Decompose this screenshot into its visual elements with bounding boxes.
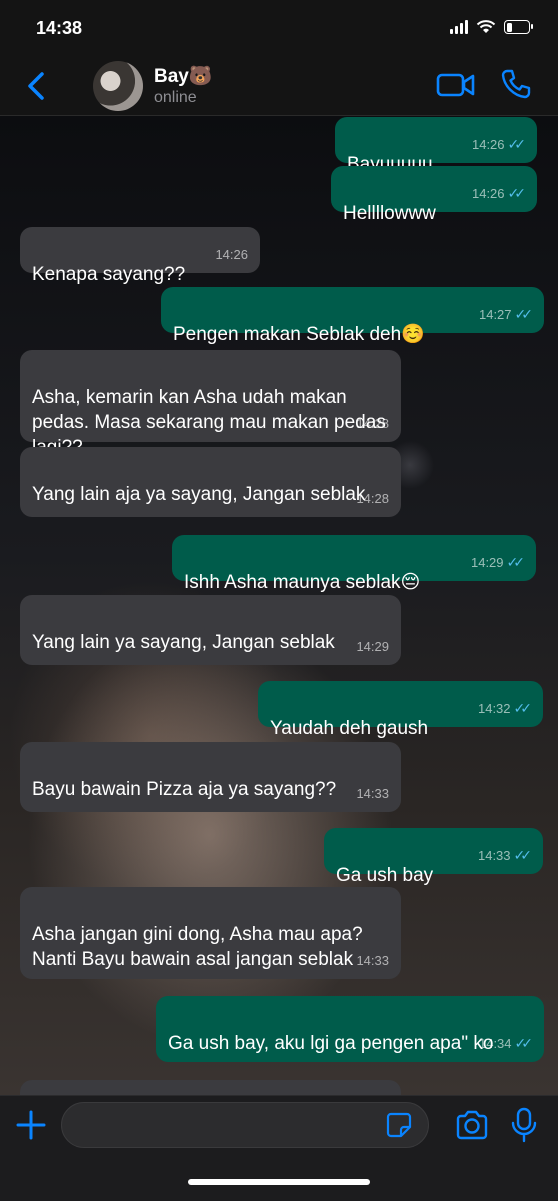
message-text: Asha jangan gini dong, Asha mau apa? Nan… [32,924,363,970]
message-text: Yang lain ya sayang, Jangan seblak [32,632,335,653]
read-ticks-icon: ✓✓ [514,306,534,322]
message-bubble-incoming-partial[interactable] [20,1080,401,1095]
chat-header: Bay🐻 online [0,58,558,116]
message-meta: 14:33 [356,781,389,806]
message-meta: 14:26 ✓✓ [471,181,527,206]
status-bar: 14:38 [0,0,558,58]
status-time: 14:38 [36,18,83,38]
message-bubble-outgoing[interactable]: Ga ush bay 14:33 ✓✓ [324,828,543,886]
read-ticks-icon: ✓✓ [514,1035,534,1051]
message-bubble-incoming[interactable]: Bayu bawain Pizza aja ya sayang?? 14:33 [20,742,401,812]
battery-icon [504,20,533,34]
message-bubble-outgoing[interactable]: Yaudah deh gaush 14:32 ✓✓ [258,681,543,739]
read-ticks-icon: ✓✓ [513,700,533,716]
message-time: 14:33 [356,786,389,801]
message-time: 14:34 [478,1036,512,1051]
message-bubble-incoming[interactable]: Yang lain ya sayang, Jangan seblak 14:29 [20,595,401,665]
message-bubble-outgoing[interactable]: Pengen makan Seblak deh☺️ 14:27 ✓✓ [161,287,544,345]
message-bubble-outgoing[interactable]: Bayuuuuu 14:26 ✓✓ [335,117,537,175]
message-meta: 14:28 [356,411,389,436]
message-meta: 14:26 ✓✓ [471,132,527,157]
message-meta: 14:29 [356,634,389,659]
message-time: 14:33 [356,953,389,968]
read-ticks-icon: ✓✓ [513,847,533,863]
message-meta: 14:32 ✓✓ [477,696,533,721]
message-bubble-incoming[interactable]: Asha jangan gini dong, Asha mau apa? Nan… [20,887,401,979]
message-text: Bayu bawain Pizza aja ya sayang?? [32,779,337,800]
message-meta: 14:29 ✓✓ [470,550,526,575]
message-time: 14:26 [471,186,505,201]
message-meta: 14:27 ✓✓ [478,302,534,327]
message-bubble-incoming[interactable]: Kenapa sayang?? 14:26 [20,227,260,285]
microphone-icon[interactable] [510,1107,538,1143]
message-bubble-outgoing[interactable]: Ishh Asha maunya seblak😔 14:29 ✓✓ [172,535,536,593]
home-indicator [188,1179,370,1185]
message-text: Pengen makan Seblak deh☺️ [173,324,425,345]
status-icons [450,20,533,34]
battery-level [506,22,512,32]
message-time: 14:26 [215,247,248,262]
message-bubble-incoming[interactable]: Yang lain aja ya sayang, Jangan seblak 1… [20,447,401,517]
message-text: Ga ush bay, aku lgi ga pengen apa" ko [168,1033,494,1054]
message-time: 14:27 [478,307,512,322]
message-time: 14:28 [356,416,389,431]
message-text: Yaudah deh gaush [270,718,429,739]
contact-presence: online [154,89,197,106]
read-ticks-icon: ✓✓ [506,554,526,570]
message-list[interactable]: Bayuuuuu 14:26 ✓✓ Hellllowww 14:26 ✓✓ Kena… [0,115,558,1095]
message-bubble-outgoing[interactable]: Ga ush bay, aku lgi ga pengen apa" ko 14… [156,996,544,1062]
message-bubble-incoming[interactable]: Asha, kemarin kan Asha udah makan pedas.… [20,350,401,458]
message-text: Hellllowww [343,203,436,224]
message-time: 14:32 [477,701,511,716]
message-time: 14:26 [471,137,505,152]
message-time: 14:28 [356,491,389,506]
message-meta: 14:28 [356,486,389,511]
read-ticks-icon: ✓✓ [507,185,527,201]
video-camera-icon[interactable] [436,70,476,100]
message-meta: 14:26 [215,242,248,267]
message-meta: 14:34 ✓✓ [478,1031,534,1056]
message-text: Yang lain aja ya sayang, Jangan seblak [32,484,366,505]
message-text: Ishh Asha maunya seblak😔 [184,572,421,593]
message-time: 14:29 [470,555,504,570]
cellular-signal-icon [450,20,468,34]
message-composer [0,1095,558,1201]
message-time: 14:29 [356,639,389,654]
message-input[interactable] [61,1102,429,1148]
plus-icon[interactable] [14,1108,48,1142]
camera-icon[interactable] [455,1110,489,1140]
message-bubble-outgoing[interactable]: Hellllowww 14:26 ✓✓ [331,166,537,224]
chevron-left-icon[interactable] [20,68,56,104]
message-time: 14:33 [477,848,511,863]
phone-icon[interactable] [500,68,532,100]
contact-name[interactable]: Bay🐻 [154,64,213,88]
wifi-icon [476,20,496,33]
message-meta: 14:33 [356,948,389,973]
message-text: Ga ush bay [336,865,434,886]
sticker-icon[interactable] [386,1112,412,1138]
read-ticks-icon: ✓✓ [507,136,527,152]
message-meta: 14:33 ✓✓ [477,843,533,868]
message-text: Kenapa sayang?? [32,264,186,285]
contact-avatar[interactable] [93,61,143,111]
